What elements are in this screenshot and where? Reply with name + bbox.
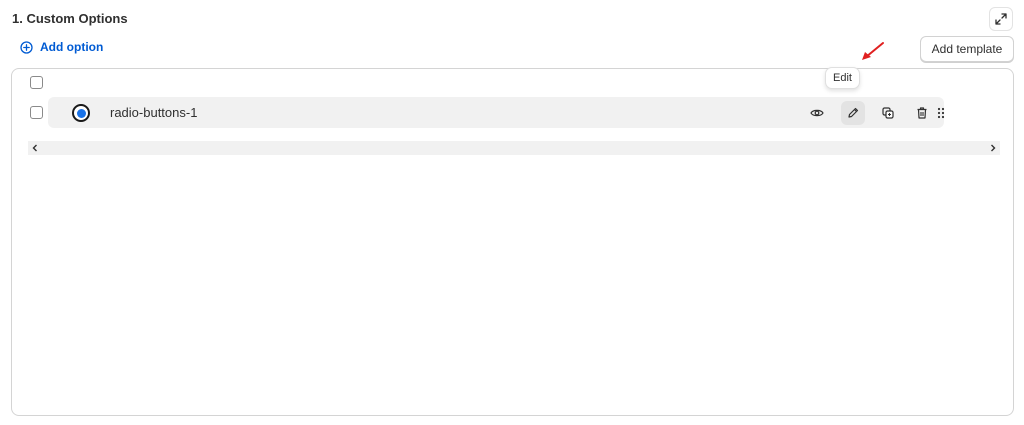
expand-icon xyxy=(995,13,1007,25)
edit-tooltip: Edit xyxy=(825,67,860,89)
delete-button[interactable] xyxy=(910,101,934,125)
trash-icon xyxy=(917,107,927,119)
scroll-left-button[interactable] xyxy=(28,141,42,155)
option-label: radio-buttons-1 xyxy=(110,105,198,120)
add-option-button[interactable]: Add option xyxy=(20,40,103,54)
plus-circle-icon xyxy=(20,40,33,54)
expand-button[interactable] xyxy=(989,7,1013,31)
add-template-button[interactable]: Add template xyxy=(920,36,1014,62)
select-all-checkbox[interactable] xyxy=(30,76,43,89)
chevron-right-icon xyxy=(991,144,996,152)
edit-button[interactable] xyxy=(841,101,865,125)
drag-handle[interactable] xyxy=(934,101,948,125)
row-checkbox[interactable] xyxy=(30,106,43,119)
preview-button[interactable] xyxy=(805,101,829,125)
pencil-icon xyxy=(848,107,859,118)
section-title: 1. Custom Options xyxy=(12,11,128,26)
drag-handle-icon xyxy=(937,107,945,119)
scroll-right-button[interactable] xyxy=(986,141,1000,155)
eye-icon xyxy=(810,109,824,117)
duplicate-icon xyxy=(882,107,894,119)
annotation-arrow-icon xyxy=(862,42,884,60)
radio-icon xyxy=(72,104,90,122)
horizontal-scrollbar[interactable] xyxy=(28,141,1000,155)
chevron-left-icon xyxy=(32,144,37,152)
option-row[interactable]: radio-buttons-1 xyxy=(48,97,945,128)
options-panel: radio-buttons-1 Edit xyxy=(11,67,1014,416)
duplicate-button[interactable] xyxy=(876,101,900,125)
add-option-label: Add option xyxy=(40,40,104,54)
